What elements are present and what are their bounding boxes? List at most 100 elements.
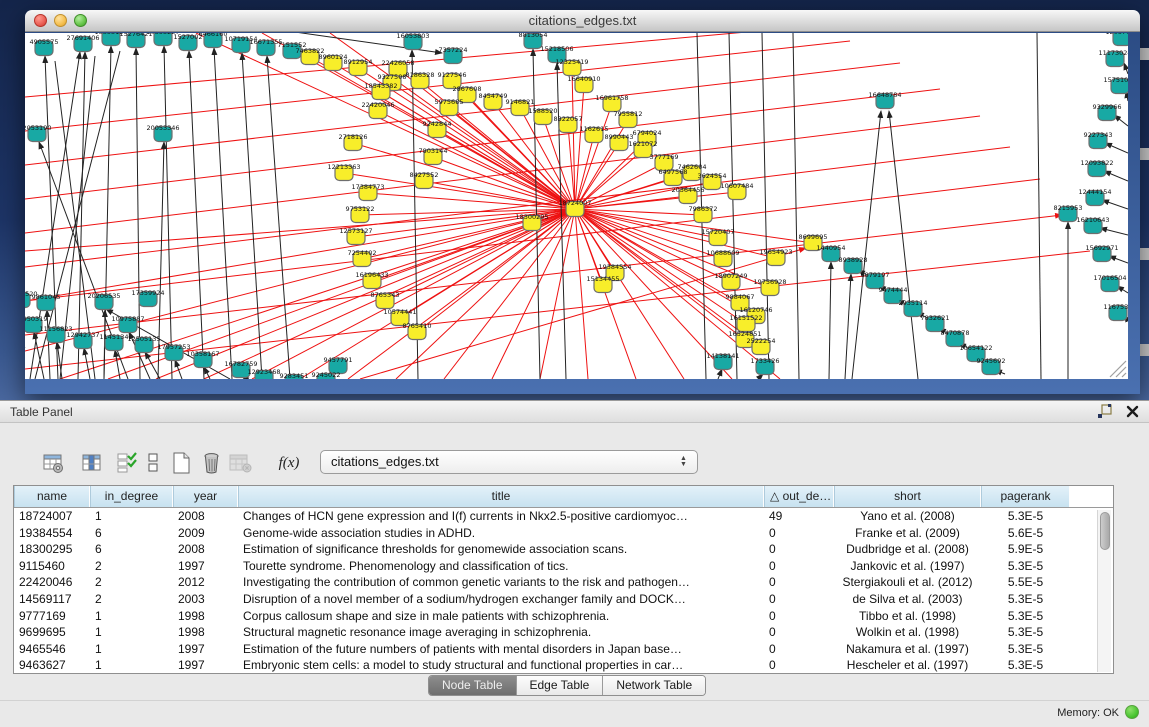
column-header-short[interactable]: short [834, 486, 981, 507]
cell-year: 1997 [173, 641, 238, 658]
citation-edge-black[interactable] [852, 111, 881, 379]
citation-edge-red[interactable] [25, 147, 1010, 267]
graph-node-label: 22420046 [361, 101, 394, 109]
graph-node-label: 8322057 [554, 115, 583, 123]
citation-network-graph[interactable]: 1872400718300295746382289601248912954224… [25, 33, 1128, 379]
graph-node-label: 8813054 [519, 33, 548, 39]
background-window-edge [1140, 148, 1149, 160]
tab-network-table[interactable]: Network Table [602, 676, 705, 695]
cell-title: Corpus callosum shape and size in male p… [238, 608, 764, 625]
table-row[interactable]: 969969511998Structural magnetic resonanc… [14, 624, 1113, 641]
graph-node-label: 2718126 [339, 133, 368, 141]
citation-edge-red[interactable] [252, 209, 575, 379]
citation-edge-red[interactable] [368, 193, 575, 209]
table-selector-dropdown[interactable]: citations_edges.txt ▲▼ [320, 450, 698, 474]
citation-edge-black[interactable] [1109, 256, 1128, 263]
minimize-button[interactable] [54, 14, 67, 27]
table-row[interactable]: 1938455462009Genome-wide association stu… [14, 525, 1113, 542]
citation-edge-black[interactable] [164, 46, 172, 379]
column-header-name[interactable]: name [14, 486, 90, 507]
citation-edge-red[interactable] [25, 89, 940, 199]
table-row[interactable]: 977716911998Corpus callosum shape and si… [14, 608, 1113, 625]
citation-edge-black[interactable] [845, 274, 851, 379]
graph-node-label: 9242844 [423, 120, 452, 128]
zoom-button[interactable] [74, 14, 87, 27]
table-row[interactable]: 2242004622012Investigating the contribut… [14, 574, 1113, 591]
citation-edge-red[interactable] [444, 209, 575, 379]
column-header-title[interactable]: title [238, 486, 764, 507]
memory-status-indicator[interactable] [1125, 705, 1139, 719]
citation-edge-black[interactable] [267, 56, 290, 379]
column-header-out_de[interactable]: △ out_de… [764, 486, 834, 507]
table-row[interactable]: 946362711997Embryonic stem cells: a mode… [14, 657, 1113, 674]
citation-edge-red[interactable] [540, 209, 575, 379]
graph-node-label: 9245692 [977, 357, 1006, 365]
citation-edge-black[interactable] [1037, 33, 1041, 379]
graph-node-label: 15720407 [701, 228, 734, 236]
citation-edge-red[interactable] [378, 111, 575, 209]
cell-out_de: 0 [764, 624, 834, 641]
tab-node-table[interactable]: Node Table [429, 676, 516, 695]
citation-edge-black[interactable] [1124, 63, 1128, 74]
window-titlebar[interactable]: citations_edges.txt [25, 10, 1140, 32]
close-panel-icon[interactable] [1126, 405, 1139, 418]
table-scrollbar[interactable] [1097, 510, 1111, 672]
function-builder-icon[interactable]: f(x) [272, 449, 306, 477]
delete-table-icon[interactable] [198, 449, 226, 477]
row-height-icon[interactable] [144, 449, 162, 477]
cell-out_de: 0 [764, 591, 834, 608]
close-button[interactable] [34, 14, 47, 27]
citation-edge-red[interactable] [25, 179, 1040, 301]
table-row[interactable]: 1830029562008Estimation of significance … [14, 541, 1113, 558]
citation-edge-black[interactable] [889, 111, 918, 379]
network-canvas[interactable]: 1872400718300295746382289601248912954224… [25, 33, 1128, 379]
citation-edge-black[interactable] [729, 33, 737, 379]
citation-edge-black[interactable] [718, 369, 722, 379]
graph-node-label: 7955812 [614, 110, 643, 118]
graph-node-label: 10574441 [383, 308, 416, 316]
new-table-icon[interactable] [168, 449, 196, 477]
citation-edge-red[interactable] [344, 173, 575, 209]
citation-edge-red[interactable] [433, 157, 575, 209]
table-row[interactable]: 1872400712008Changes of HCN gene express… [14, 508, 1113, 525]
import-table-icon[interactable] [226, 449, 254, 477]
background-window-edge [1140, 344, 1149, 356]
citation-edge-black[interactable] [1104, 171, 1128, 181]
graph-node-label: 12093822 [1080, 159, 1113, 167]
select-columns-icon[interactable] [113, 449, 141, 477]
cell-name: 9465546 [14, 641, 90, 658]
citation-edge-black[interactable] [34, 332, 44, 379]
table-row[interactable]: 911546021997Tourette syndrome. Phenomeno… [14, 558, 1113, 575]
citation-edge-black[interactable] [189, 51, 204, 379]
graph-node-label: 18300295 [515, 213, 548, 221]
table-scrollbar-thumb[interactable] [1100, 512, 1110, 550]
citation-edge-black[interactable] [78, 52, 85, 379]
graph-node-label: 10975887 [111, 315, 144, 323]
column-header-in_degree[interactable]: in_degree [90, 486, 173, 507]
canvas-resize-grip[interactable] [1110, 361, 1126, 377]
float-panel-icon[interactable] [1097, 404, 1112, 419]
citation-edge-black[interactable] [214, 48, 232, 379]
citation-edge-black[interactable] [1102, 200, 1128, 209]
node-table[interactable]: namein_degreeyeartitle△ out_de…shortpage… [13, 485, 1114, 674]
show-columns-icon[interactable] [79, 449, 107, 477]
table-row[interactable]: 946554611997Estimation of the future num… [14, 641, 1113, 658]
citation-edge-black[interactable] [175, 360, 182, 379]
citation-edge-black[interactable] [84, 348, 90, 379]
tab-edge-table[interactable]: Edge Table [516, 676, 603, 695]
column-header-pagerank[interactable]: pagerank [981, 486, 1070, 507]
citation-edge-black[interactable] [762, 33, 769, 379]
citation-edge-black[interactable] [1105, 143, 1128, 153]
table-panel-header[interactable]: Table Panel [0, 401, 1149, 423]
citation-edge-black[interactable] [1100, 228, 1128, 235]
table-row[interactable]: 1456911722003Disruption of a novel membe… [14, 591, 1113, 608]
cell-name: 14569117 [14, 591, 90, 608]
citation-edge-black[interactable] [242, 53, 262, 379]
citation-edge-black[interactable] [793, 33, 799, 379]
citation-edge-black[interactable] [145, 352, 160, 379]
table-settings-icon[interactable] [40, 449, 68, 477]
citation-edge-red[interactable] [353, 143, 575, 209]
citation-edge-red[interactable] [449, 108, 575, 209]
citation-edge-red[interactable] [385, 209, 575, 301]
column-header-year[interactable]: year [173, 486, 238, 507]
